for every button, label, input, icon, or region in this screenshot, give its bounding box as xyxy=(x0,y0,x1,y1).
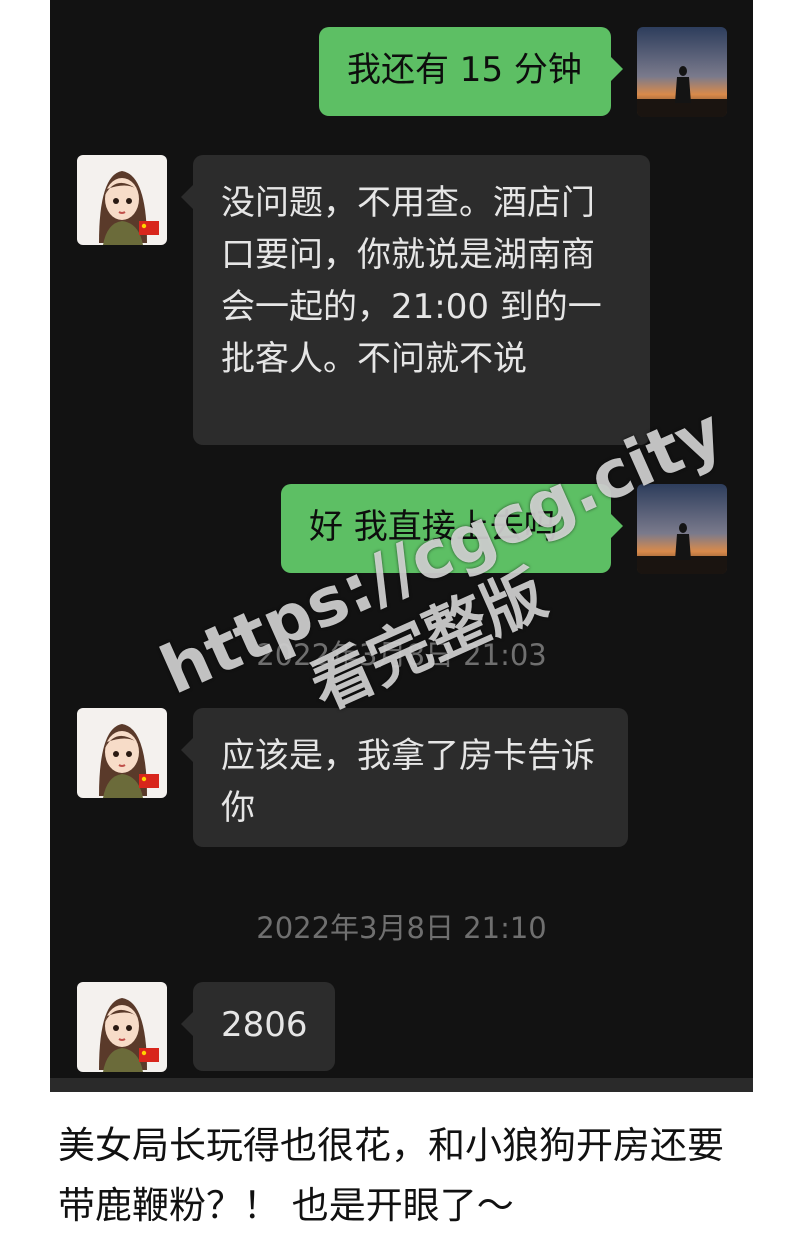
message-text: 我还有 15 分钟 xyxy=(347,50,582,90)
message-text: 没问题，不用查。酒店门口要问，你就说是湖南商会一起的，21:00 到的一批客人。… xyxy=(221,183,602,379)
contact-avatar[interactable] xyxy=(77,708,167,798)
contact-avatar[interactable] xyxy=(77,982,167,1072)
message-text: 应该是，我拿了房卡告诉你 xyxy=(221,736,595,828)
cartoon-woman-icon xyxy=(77,982,167,1072)
sunset-silhouette-icon xyxy=(637,27,727,117)
post-caption: 美女局长玩得也很花，和小狼狗开房还要带鹿鞭粉？！ 也是开眼了～ xyxy=(58,1124,724,1227)
sunset-silhouette-icon xyxy=(637,484,727,574)
cartoon-woman-icon xyxy=(77,155,167,245)
message-timestamp: 2022年3月8日 21:10 xyxy=(256,911,547,945)
my-avatar[interactable] xyxy=(637,27,727,117)
message-bubble-incoming[interactable]: 没问题，不用查。酒店门口要问，你就说是湖南商会一起的，21:00 到的一批客人。… xyxy=(181,155,650,445)
cartoon-woman-icon xyxy=(77,708,167,798)
message-bubble-outgoing[interactable]: 好 我直接上去吗 xyxy=(281,484,623,573)
chat-window: 我还有 15 分钟 没问题，不用查。酒店门口要问，你就说是湖南商会一起的，21:… xyxy=(50,0,753,1088)
message-text: 2806 xyxy=(221,1005,308,1045)
message-bubble-incoming[interactable]: 应该是，我拿了房卡告诉你 xyxy=(181,708,628,847)
my-avatar[interactable] xyxy=(637,484,727,574)
contact-avatar[interactable] xyxy=(77,155,167,245)
chat-bottom-edge xyxy=(50,1078,753,1092)
message-bubble-outgoing[interactable]: 我还有 15 分钟 xyxy=(319,27,623,116)
message-text: 好 我直接上去吗 xyxy=(309,507,558,547)
message-bubble-incoming[interactable]: 2806 xyxy=(181,982,335,1071)
message-timestamp: 2022年3月8日 21:03 xyxy=(256,638,547,672)
